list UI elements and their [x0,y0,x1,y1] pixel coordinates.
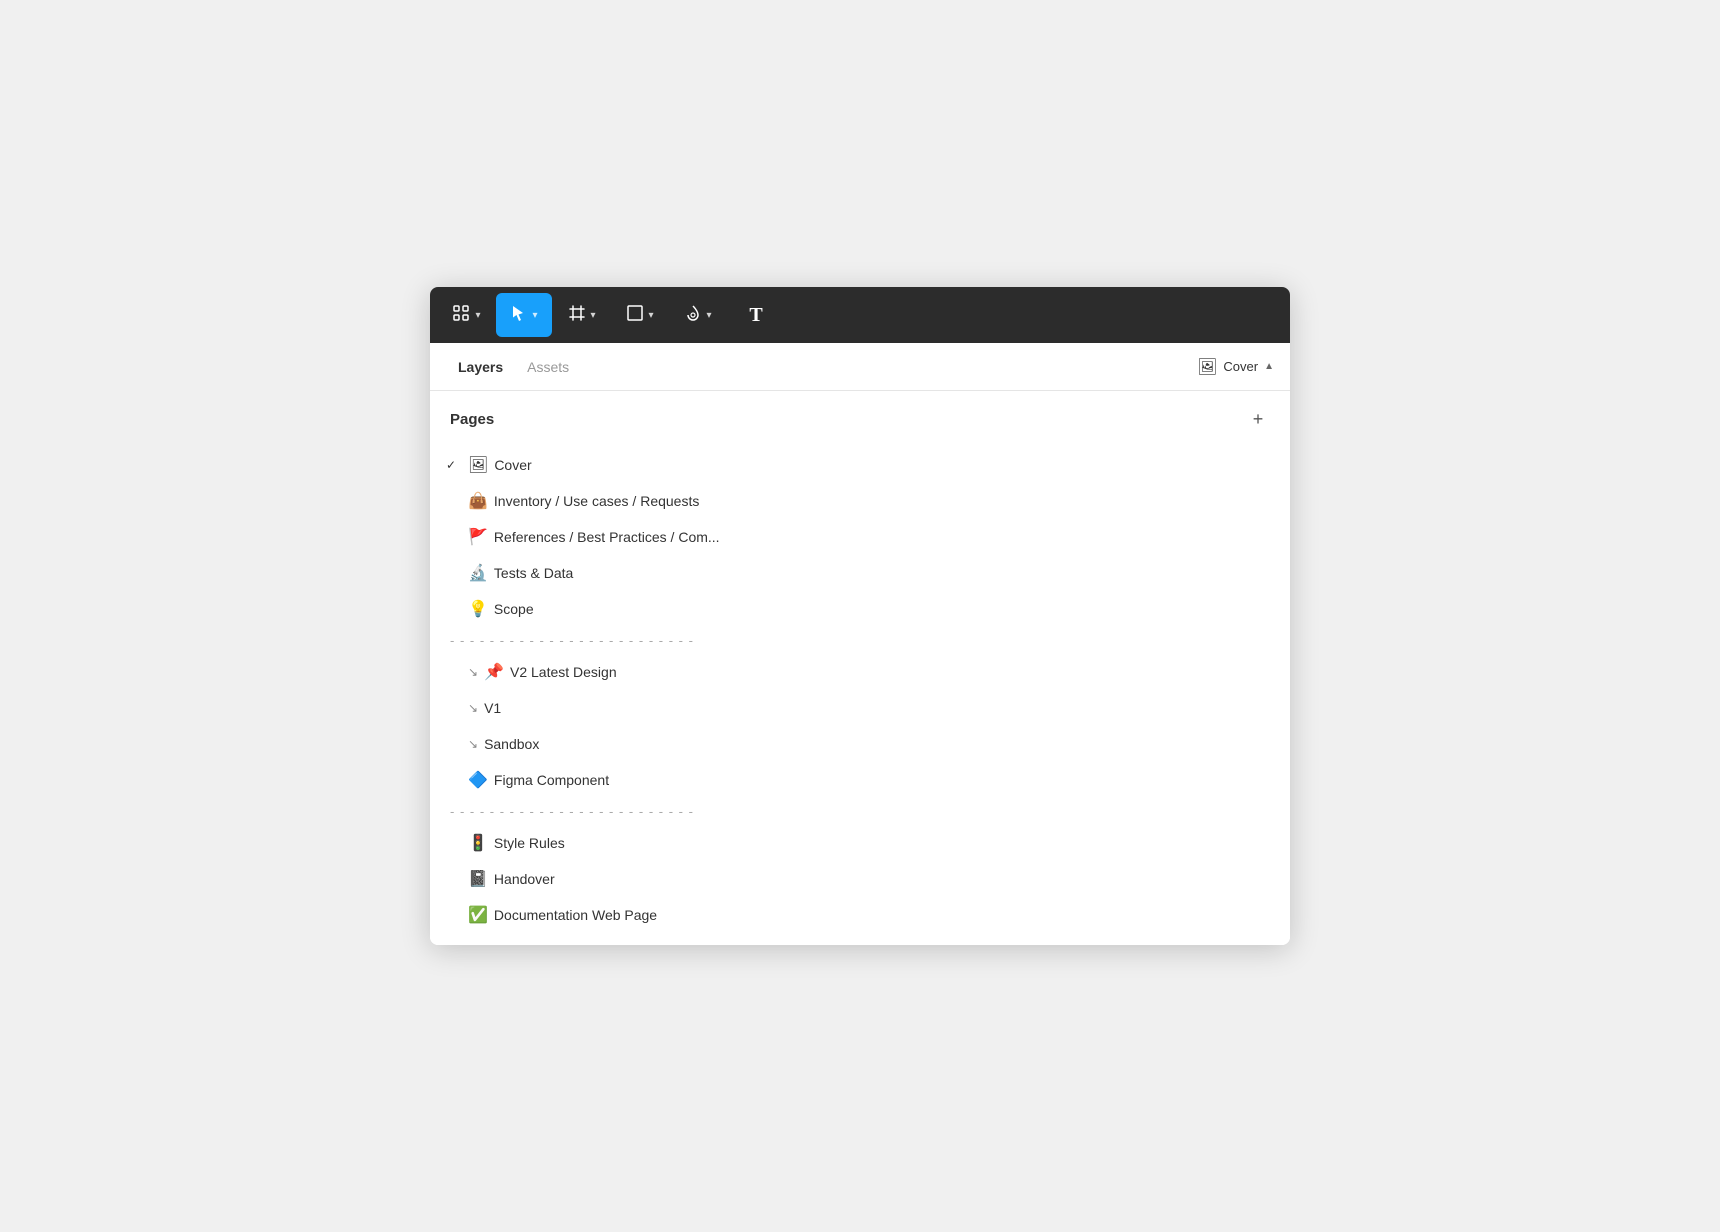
page-emoji-cover: 🖼 [468,455,488,475]
page-label-v1: V1 [484,700,1270,716]
page-item-scope[interactable]: 💡 Scope [430,591,1290,627]
panel: Layers Assets 🖼 Cover ▲ Pages + ✓ 🖼 Cove… [430,343,1290,945]
chevron-down-icon: ▾ [648,310,653,321]
pages-list: ✓ 🖼 Cover 👜 Inventory / Use cases / Requ… [430,443,1290,945]
page-nest-arrow-icon: ↘ [468,701,478,715]
add-page-button[interactable]: + [1246,407,1270,431]
page-emoji-references: 🚩 [468,527,488,547]
page-label-documentation: Documentation Web Page [494,907,1270,923]
text-tool-button[interactable]: T [728,293,784,337]
page-label-handover: Handover [494,871,1270,887]
page-item-tests[interactable]: 🔬 Tests & Data [430,555,1290,591]
frame-tool-button[interactable]: ▾ [554,293,610,337]
page-item-cover[interactable]: ✓ 🖼 Cover [430,447,1290,483]
page-emoji-v2: 📌 [484,662,504,682]
page-label-v2: V2 Latest Design [510,664,1270,680]
current-page-chevron-icon: ▲ [1264,361,1274,372]
text-icon: T [749,304,762,327]
pages-section: Pages + ✓ 🖼 Cover 👜 Inventory / Use case… [430,391,1290,945]
page-divider-1: - - - - - - - - - - - - - - - - - - - - … [430,627,1290,654]
page-item-figma-component[interactable]: 🔷 Figma Component [430,762,1290,798]
pages-title: Pages [450,411,494,428]
chevron-down-icon: ▾ [706,310,711,321]
app-window: ▾ ▾ ▾ [430,287,1290,945]
page-item-handover[interactable]: 📓 Handover [430,861,1290,897]
current-page-name: Cover [1223,359,1258,374]
chevron-down-icon: ▾ [475,310,480,321]
page-item-sandbox[interactable]: ↘ Sandbox [430,726,1290,762]
page-label-figma: Figma Component [494,772,1270,788]
panel-header: Layers Assets 🖼 Cover ▲ [430,343,1290,391]
page-divider-2: - - - - - - - - - - - - - - - - - - - - … [430,798,1290,825]
page-label-tests: Tests & Data [494,565,1270,581]
toolbar: ▾ ▾ ▾ [430,287,1290,343]
select-tool-button[interactable]: ▾ [496,293,552,337]
page-emoji-scope: 💡 [468,599,488,619]
page-label-style-rules: Style Rules [494,835,1270,851]
page-nest-arrow-icon: ↘ [468,665,478,679]
tab-layers[interactable]: Layers [446,343,515,390]
page-nest-arrow-icon: ↘ [468,737,478,751]
page-checkmark-icon: ✓ [446,458,462,472]
component-tool-button[interactable]: ▾ [438,293,494,337]
page-item-style-rules[interactable]: 🚦 Style Rules [430,825,1290,861]
page-item-v2[interactable]: ↘ 📌 V2 Latest Design [430,654,1290,690]
page-item-references[interactable]: 🚩 References / Best Practices / Com... [430,519,1290,555]
page-item-inventory[interactable]: 👜 Inventory / Use cases / Requests [430,483,1290,519]
shape-tool-button[interactable]: ▾ [612,293,668,337]
pen-icon [684,304,702,327]
chevron-down-icon: ▾ [590,310,595,321]
page-label-inventory: Inventory / Use cases / Requests [494,493,1270,509]
page-emoji-tests: 🔬 [468,563,488,583]
page-label-references: References / Best Practices / Com... [494,529,1270,545]
cursor-icon [510,304,528,327]
frame-icon [568,304,586,327]
grid-icon [451,303,471,328]
page-label-scope: Scope [494,601,1270,617]
page-label-cover: Cover [494,457,1270,473]
page-emoji-documentation: ✅ [468,905,488,925]
current-page-emoji: 🖼 [1197,357,1217,377]
current-page-indicator[interactable]: 🖼 Cover ▲ [1197,357,1274,377]
tab-assets[interactable]: Assets [515,343,581,390]
page-item-documentation[interactable]: ✅ Documentation Web Page [430,897,1290,933]
pen-tool-button[interactable]: ▾ [670,293,726,337]
chevron-down-icon: ▾ [532,310,537,321]
shape-icon [626,304,644,327]
page-emoji-style-rules: 🚦 [468,833,488,853]
page-emoji-inventory: 👜 [468,491,488,511]
page-label-sandbox: Sandbox [484,736,1270,752]
pages-header: Pages + [430,391,1290,443]
page-emoji-handover: 📓 [468,869,488,889]
page-item-v1[interactable]: ↘ V1 [430,690,1290,726]
page-emoji-figma: 🔷 [468,770,488,790]
